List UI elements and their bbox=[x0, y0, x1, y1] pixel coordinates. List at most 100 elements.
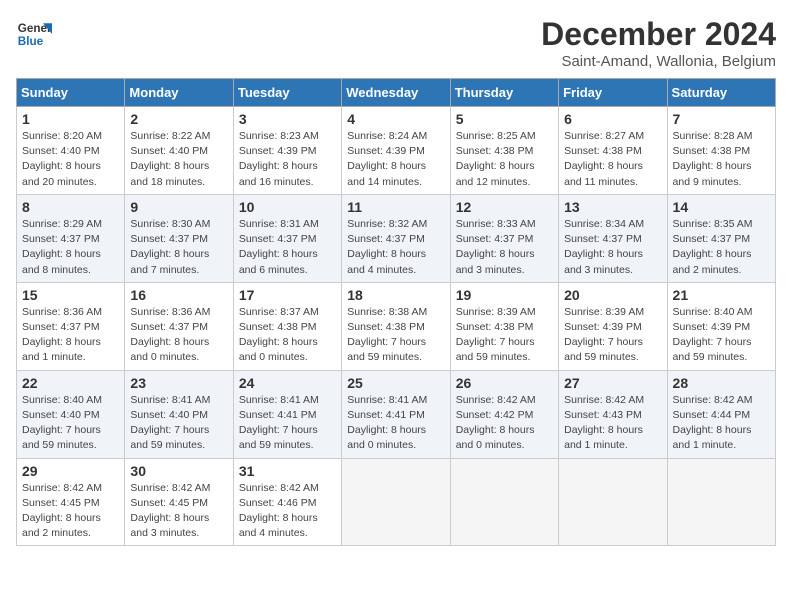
sunset-time: Sunset: 4:40 PM bbox=[130, 409, 208, 421]
sunrise-time: Sunrise: 8:30 AM bbox=[130, 218, 210, 230]
sunrise-time: Sunrise: 8:36 AM bbox=[22, 306, 102, 318]
sunset-time: Sunset: 4:38 PM bbox=[456, 321, 534, 333]
daylight-hours: Daylight: 8 hours and 20 minutes. bbox=[22, 160, 101, 187]
day-info: Sunrise: 8:37 AMSunset: 4:38 PMDaylight:… bbox=[239, 305, 336, 366]
title-section: December 2024 Saint-Amand, Wallonia, Bel… bbox=[541, 16, 776, 70]
sunset-time: Sunset: 4:37 PM bbox=[347, 233, 425, 245]
sunset-time: Sunset: 4:37 PM bbox=[130, 321, 208, 333]
sunrise-time: Sunrise: 8:20 AM bbox=[22, 130, 102, 142]
daylight-hours: Daylight: 8 hours and 14 minutes. bbox=[347, 160, 426, 187]
day-info: Sunrise: 8:39 AMSunset: 4:38 PMDaylight:… bbox=[456, 305, 553, 366]
day-number: 15 bbox=[22, 287, 119, 303]
sunset-time: Sunset: 4:41 PM bbox=[347, 409, 425, 421]
day-number: 16 bbox=[130, 287, 227, 303]
daylight-hours: Daylight: 8 hours and 1 minute. bbox=[22, 336, 101, 363]
calendar-day-cell: 9Sunrise: 8:30 AMSunset: 4:37 PMDaylight… bbox=[125, 194, 233, 282]
day-info: Sunrise: 8:24 AMSunset: 4:39 PMDaylight:… bbox=[347, 129, 444, 190]
daylight-hours: Daylight: 7 hours and 59 minutes. bbox=[347, 336, 426, 363]
sunrise-time: Sunrise: 8:33 AM bbox=[456, 218, 536, 230]
sunset-time: Sunset: 4:40 PM bbox=[22, 145, 100, 157]
calendar-day-cell: 24 Sunrise: 8:41 AM Sunset: 4:41 PM Dayligh… bbox=[233, 370, 341, 458]
sunrise-time: Sunrise: 8:36 AM bbox=[130, 306, 210, 318]
day-info: Sunrise: 8:41 AMSunset: 4:40 PMDaylight:… bbox=[130, 393, 227, 454]
sunrise-time: Sunrise: 8:28 AM bbox=[673, 130, 753, 142]
daylight-hours: Daylight: 7 hours and 59 minutes. bbox=[130, 424, 209, 451]
day-number: 24 bbox=[239, 375, 336, 391]
daylight-hours: Daylight: 7 hours and 59 minutes. bbox=[239, 424, 318, 451]
sunrise-time: Sunrise: 8:41 AM bbox=[239, 394, 319, 406]
day-info: Sunrise: 8:32 AMSunset: 4:37 PMDaylight:… bbox=[347, 217, 444, 278]
day-number: 21 bbox=[673, 287, 770, 303]
daylight-hours: Daylight: 8 hours and 2 minutes. bbox=[673, 248, 752, 275]
daylight-hours: Daylight: 8 hours and 9 minutes. bbox=[673, 160, 752, 187]
calendar-day-cell: 2Sunrise: 8:22 AMSunset: 4:40 PMDaylight… bbox=[125, 107, 233, 195]
day-info: Sunrise: 8:41 AM Sunset: 4:41 PM Daylight:… bbox=[239, 393, 336, 454]
calendar-day-cell: 22Sunrise: 8:40 AMSunset: 4:40 PMDayligh… bbox=[17, 370, 125, 458]
sunrise-time: Sunrise: 8:37 AM bbox=[239, 306, 319, 318]
calendar-day-cell: 18Sunrise: 8:38 AMSunset: 4:38 PMDayligh… bbox=[342, 282, 450, 370]
day-info: Sunrise: 8:27 AMSunset: 4:38 PMDaylight:… bbox=[564, 129, 661, 190]
sunset-time: Sunset: 4:39 PM bbox=[564, 321, 642, 333]
calendar-table: SundayMondayTuesdayWednesdayThursdayFrid… bbox=[16, 78, 776, 546]
sunrise-time: Sunrise: 8:35 AM bbox=[673, 218, 753, 230]
sunrise-time: Sunrise: 8:41 AM bbox=[347, 394, 427, 406]
sunset-time: Sunset: 4:38 PM bbox=[347, 321, 425, 333]
calendar-day-cell: 1Sunrise: 8:20 AMSunset: 4:40 PMDaylight… bbox=[17, 107, 125, 195]
sunset-time: Sunset: 4:45 PM bbox=[130, 497, 208, 509]
calendar-day-cell: 26Sunrise: 8:42 AMSunset: 4:42 PMDayligh… bbox=[450, 370, 558, 458]
day-number: 23 bbox=[130, 375, 227, 391]
day-number: 2 bbox=[130, 111, 227, 127]
calendar-day-cell: 28Sunrise: 8:42 AMSunset: 4:44 PMDayligh… bbox=[667, 370, 775, 458]
calendar-day-cell: 14Sunrise: 8:35 AMSunset: 4:37 PMDayligh… bbox=[667, 194, 775, 282]
day-info: Sunrise: 8:40 AMSunset: 4:39 PMDaylight:… bbox=[673, 305, 770, 366]
sunrise-time: Sunrise: 8:34 AM bbox=[564, 218, 644, 230]
daylight-hours: Daylight: 8 hours and 16 minutes. bbox=[239, 160, 318, 187]
daylight-hours: Daylight: 8 hours and 0 minutes. bbox=[347, 424, 426, 451]
day-number: 6 bbox=[564, 111, 661, 127]
day-number: 25 bbox=[347, 375, 444, 391]
sunset-time: Sunset: 4:37 PM bbox=[22, 233, 100, 245]
sunset-time: Sunset: 4:39 PM bbox=[347, 145, 425, 157]
calendar-day-cell: 23 Sunrise: 8:41 AMSunset: 4:40 PMDayligh… bbox=[125, 370, 233, 458]
calendar-day-cell: 4Sunrise: 8:24 AMSunset: 4:39 PMDaylight… bbox=[342, 107, 450, 195]
day-number: 22 bbox=[22, 375, 119, 391]
day-number: 18 bbox=[347, 287, 444, 303]
calendar-day-cell: 10Sunrise: 8:31 AMSunset: 4:37 PMDayligh… bbox=[233, 194, 341, 282]
sunrise-time: Sunrise: 8:42 AM bbox=[239, 482, 319, 494]
sunset-time: Sunset: 4:40 PM bbox=[22, 409, 100, 421]
calendar-week-row: 22Sunrise: 8:40 AMSunset: 4:40 PMDayligh… bbox=[17, 370, 776, 458]
day-number: 14 bbox=[673, 199, 770, 215]
calendar-day-cell: 13Sunrise: 8:34 AMSunset: 4:37 PMDayligh… bbox=[559, 194, 667, 282]
day-info: Sunrise: 8:34 AMSunset: 4:37 PMDaylight:… bbox=[564, 217, 661, 278]
calendar-day-cell: 15Sunrise: 8:36 AMSunset: 4:37 PMDayligh… bbox=[17, 282, 125, 370]
calendar-day-cell: 7Sunrise: 8:28 AMSunset: 4:38 PMDaylight… bbox=[667, 107, 775, 195]
calendar-day-cell: 31Sunrise: 8:42 AMSunset: 4:46 PMDayligh… bbox=[233, 458, 341, 546]
daylight-hours: Daylight: 8 hours and 6 minutes. bbox=[239, 248, 318, 275]
sunrise-time: Sunrise: 8:29 AM bbox=[22, 218, 102, 230]
sunrise-time: Sunrise: 8:42 AM bbox=[673, 394, 753, 406]
daylight-hours: Daylight: 8 hours and 4 minutes. bbox=[239, 512, 318, 539]
calendar-week-row: 8Sunrise: 8:29 AMSunset: 4:37 PMDaylight… bbox=[17, 194, 776, 282]
day-info: Sunrise: 8:28 AMSunset: 4:38 PMDaylight:… bbox=[673, 129, 770, 190]
calendar-day-cell: 27Sunrise: 8:42 AMSunset: 4:43 PMDayligh… bbox=[559, 370, 667, 458]
calendar-day-cell bbox=[450, 458, 558, 546]
svg-text:Blue: Blue bbox=[18, 35, 44, 48]
calendar-day-cell: 29Sunrise: 8:42 AMSunset: 4:45 PMDayligh… bbox=[17, 458, 125, 546]
sunrise-time: Sunrise: 8:42 AM bbox=[564, 394, 644, 406]
calendar-day-cell: 3Sunrise: 8:23 AMSunset: 4:39 PMDaylight… bbox=[233, 107, 341, 195]
sunrise-time: Sunrise: 8:39 AM bbox=[456, 306, 536, 318]
day-info: Sunrise: 8:36 AMSunset: 4:37 PMDaylight:… bbox=[130, 305, 227, 366]
sunrise-time: Sunrise: 8:22 AM bbox=[130, 130, 210, 142]
day-number: 20 bbox=[564, 287, 661, 303]
weekday-header-friday: Friday bbox=[559, 79, 667, 107]
sunrise-time: Sunrise: 8:23 AM bbox=[239, 130, 319, 142]
daylight-hours: Daylight: 8 hours and 0 minutes. bbox=[456, 424, 535, 451]
day-number: 9 bbox=[130, 199, 227, 215]
sunrise-time: Sunrise: 8:31 AM bbox=[239, 218, 319, 230]
calendar-day-cell: 19Sunrise: 8:39 AMSunset: 4:38 PMDayligh… bbox=[450, 282, 558, 370]
day-info: Sunrise: 8:42 AMSunset: 4:42 PMDaylight:… bbox=[456, 393, 553, 454]
sunset-time: Sunset: 4:41 PM bbox=[239, 409, 317, 421]
month-title: December 2024 bbox=[541, 16, 776, 53]
day-number: 27 bbox=[564, 375, 661, 391]
daylight-hours: Daylight: 8 hours and 7 minutes. bbox=[130, 248, 209, 275]
